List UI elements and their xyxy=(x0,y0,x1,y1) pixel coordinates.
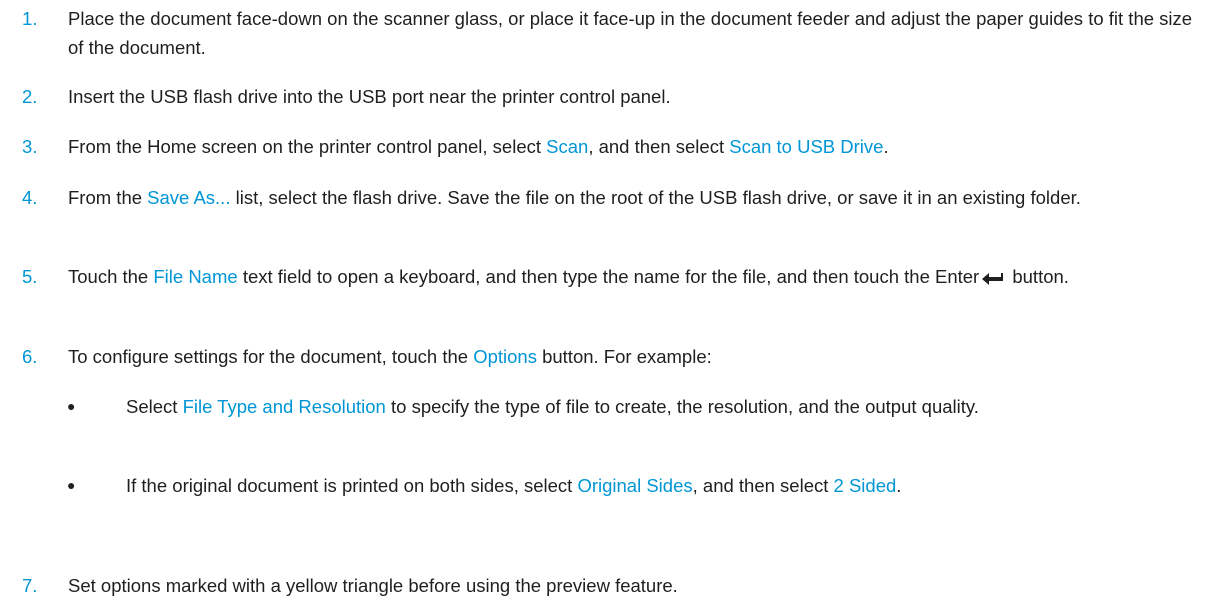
bullet-text: Select File Type and Resolution to speci… xyxy=(126,392,1198,421)
step-text: Set options marked with a yellow triangl… xyxy=(68,575,678,596)
step-number: 3. xyxy=(22,136,38,157)
text-segment: . xyxy=(896,475,902,496)
step-number: 7. xyxy=(22,575,38,596)
text-segment: , and then select xyxy=(588,136,730,157)
text-segment: list, select the flash drive. Save the f… xyxy=(230,187,1081,208)
step-number: 6. xyxy=(22,346,38,367)
original-sides-link[interactable]: Original Sides xyxy=(577,475,692,496)
bullet-dot: ● xyxy=(67,477,76,493)
step-text: Insert the USB flash drive into the USB … xyxy=(68,86,671,107)
text-segment: , and then select xyxy=(692,475,834,496)
text-segment: To configure settings for the document, … xyxy=(68,346,474,367)
scan-link[interactable]: Scan xyxy=(546,136,588,157)
options-link[interactable]: Options xyxy=(473,346,537,367)
text-segment: text field to open a keyboard, and then … xyxy=(237,266,980,287)
file-type-and-resolution-link[interactable]: File Type and Resolution xyxy=(183,396,386,417)
scan-to-usb-drive-link[interactable]: Scan to USB Drive xyxy=(729,136,883,157)
enter-arrow-icon xyxy=(982,264,1004,293)
step-number: 4. xyxy=(22,187,38,208)
text-segment: From the xyxy=(68,187,148,208)
text-segment: to specify the type of file to create, t… xyxy=(385,396,979,417)
bullet-text: If the original document is printed on b… xyxy=(126,471,1198,500)
step-text: From the Save As... list, select the fla… xyxy=(68,183,1200,212)
file-name-link[interactable]: File Name xyxy=(153,266,237,287)
text-segment: If the original document is printed on b… xyxy=(126,475,578,496)
text-segment: From the Home screen on the printer cont… xyxy=(68,136,547,157)
text-segment: button. xyxy=(1007,266,1069,287)
text-segment: . xyxy=(883,136,889,157)
text-segment: Touch the xyxy=(68,266,154,287)
step-text: To configure settings for the document, … xyxy=(68,342,1200,371)
step-number: 5. xyxy=(22,266,38,287)
bullet-dot: ● xyxy=(67,398,76,414)
save-as-link[interactable]: Save As... xyxy=(147,187,230,208)
instruction-document: 1. Place the document face-down on the s… xyxy=(0,0,1206,613)
step-text: Touch the File Name text field to open a… xyxy=(68,262,1200,293)
two-sided-link[interactable]: 2 Sided xyxy=(834,475,897,496)
step-number: 1. xyxy=(22,8,38,29)
text-segment: button. For example: xyxy=(536,346,712,367)
step-text: Place the document face-down on the scan… xyxy=(68,8,1193,58)
text-segment: Select xyxy=(126,396,183,417)
step-number: 2. xyxy=(22,86,38,107)
step-text: From the Home screen on the printer cont… xyxy=(68,132,1200,161)
